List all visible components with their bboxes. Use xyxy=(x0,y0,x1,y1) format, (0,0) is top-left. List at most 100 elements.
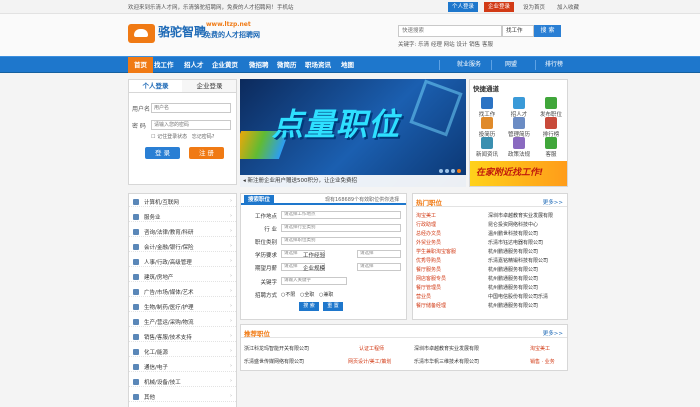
quick-manage-resume[interactable]: 管理简历 xyxy=(505,117,533,138)
pager-dot[interactable] xyxy=(457,169,461,173)
company-login-button[interactable]: 企业登录 xyxy=(484,2,515,12)
job-title[interactable]: 学生兼职淘宝客服 xyxy=(416,248,456,255)
category-item[interactable]: 机械/设备/技工 › xyxy=(129,377,236,387)
job-title[interactable]: 网店客服专员 xyxy=(416,275,446,282)
company-name[interactable]: 杭州鹏通服务有限公司 xyxy=(488,284,538,291)
nav-career-news[interactable]: 职场资讯 xyxy=(305,57,331,73)
pager-dot[interactable] xyxy=(445,169,449,173)
keyword-link[interactable]: 销售 xyxy=(469,42,480,48)
recommended-row[interactable]: 乐清盛世传媒网络有限公司 网页设计/美工/策划 乐清市华帆三维技术有限公司 销售… xyxy=(244,358,566,368)
experience-select[interactable]: 请选择 xyxy=(357,250,401,258)
quick-news[interactable]: 新闻资讯 xyxy=(473,137,501,158)
category-item[interactable]: 会计/金融/银行/保险 › xyxy=(129,242,236,252)
keyword-link[interactable]: 客服 xyxy=(482,42,493,48)
username-input[interactable] xyxy=(151,103,231,113)
job-title[interactable]: 优秀导购员 xyxy=(416,257,441,264)
tab-company-login[interactable]: 企业登录 xyxy=(183,80,236,92)
search-input[interactable] xyxy=(398,25,502,37)
job-title[interactable]: 外贸业务员 xyxy=(416,239,441,246)
add-favorite-link[interactable]: 加入收藏 xyxy=(557,3,579,11)
job-title[interactable]: 餐厅储备经理 xyxy=(416,302,446,309)
job-title[interactable]: 餐厅管理员 xyxy=(416,284,441,291)
location-select[interactable]: 请选择工作地点 xyxy=(281,211,401,219)
quick-submit-resume[interactable]: 投简历 xyxy=(473,117,501,138)
hot-job-row[interactable]: 餐厅服务员 杭州鹏通服务有限公司 xyxy=(416,266,566,274)
category-item[interactable]: 生物/制药/医疗/护理 › xyxy=(129,302,236,312)
nav-micro-resume[interactable]: 微简历 xyxy=(277,57,297,73)
hot-job-row[interactable]: 淘宝美工 深圳市卓越教育实业发展有限 xyxy=(416,212,566,220)
tab-personal-login[interactable]: 个人登录 xyxy=(129,80,182,92)
nav-home[interactable]: 首页 xyxy=(128,57,153,73)
company-name[interactable]: 乐清市钰达电器有限公司 xyxy=(488,239,543,246)
mobile-site-link[interactable]: 手机站 xyxy=(277,3,294,11)
login-button[interactable]: 登 录 xyxy=(145,147,180,159)
category-select[interactable]: 请选择职位类别 xyxy=(281,237,401,245)
category-item[interactable]: 销售/客服/技术支持 › xyxy=(129,332,236,342)
quick-policy[interactable]: 政策法规 xyxy=(505,137,533,158)
keyword-link[interactable]: 经理 xyxy=(431,42,442,48)
tab-search-jobs[interactable]: 搜索职位 xyxy=(244,195,275,205)
job-title[interactable]: 网页设计/美工/策划 xyxy=(348,358,391,365)
quick-ranking[interactable]: 排行榜 xyxy=(537,117,565,138)
promo-banner[interactable]: 点量职位 ◂ 新注册企业用户赠送500积分，让企业免费招 xyxy=(240,79,466,187)
hot-job-row[interactable]: 网店客服专员 杭州鹏通服务有限公司 xyxy=(416,275,566,283)
hot-job-row[interactable]: 营业员 中国电信股份有限公司乐清 xyxy=(416,293,566,301)
keyword-input[interactable]: 请输入关键字 xyxy=(281,277,347,285)
quick-service[interactable]: 客服 xyxy=(537,137,565,158)
nav-company-directory[interactable]: 企业黄页 xyxy=(212,57,238,73)
hot-job-row[interactable]: 餐厅管理员 杭州鹏通服务有限公司 xyxy=(416,284,566,292)
company-name[interactable]: 温州鹏世科技有限公司 xyxy=(488,230,538,237)
search-type-select[interactable]: 找工作 xyxy=(502,25,534,37)
category-item[interactable]: 服务业 › xyxy=(129,212,236,222)
company-name[interactable]: 深圳市卓越教育实业发展有限 xyxy=(488,212,553,219)
hot-job-row[interactable]: 餐厅储备经理 杭州鹏通服务有限公司 xyxy=(416,302,566,310)
job-title[interactable]: 餐厅服务员 xyxy=(416,266,441,273)
nav-find-talent[interactable]: 招人才 xyxy=(184,57,204,73)
keyword-link[interactable]: 网站 xyxy=(444,42,455,48)
keyword-link[interactable]: 设计 xyxy=(456,42,467,48)
hot-job-row[interactable]: 优秀导购员 乐清嘉铭精锻科技有限公司 xyxy=(416,257,566,265)
quick-find-talent[interactable]: 招人才 xyxy=(505,97,533,118)
company-name[interactable]: 深圳市卓越教育实业发展有限 xyxy=(414,345,479,352)
remember-checkbox[interactable]: ☐ xyxy=(151,134,155,140)
job-title[interactable]: 行政助理 xyxy=(416,221,436,228)
job-title[interactable]: 淘宝美工 xyxy=(530,345,550,352)
category-item[interactable]: 生产/营运/采购/物流 › xyxy=(129,317,236,327)
category-item[interactable]: 化工/能源 › xyxy=(129,347,236,357)
hot-jobs-more-link[interactable]: 更多>> xyxy=(543,198,563,206)
nav-employment-service[interactable]: 就业服务 xyxy=(457,57,481,73)
scale-select[interactable]: 请选择 xyxy=(357,263,401,271)
job-title[interactable]: 总经办文员 xyxy=(416,230,441,237)
personal-login-button[interactable]: 个人登录 xyxy=(448,2,479,12)
company-name[interactable]: 浙江科龙玛智能开关有限公司 xyxy=(244,345,309,352)
company-name[interactable]: 乐清嘉铭精锻科技有限公司 xyxy=(488,257,548,264)
category-item[interactable]: 建筑/房地产 › xyxy=(129,272,236,282)
hot-job-row[interactable]: 学生兼职淘宝客服 杭州鹏通服务有限公司 xyxy=(416,248,566,256)
password-input[interactable] xyxy=(151,120,231,130)
job-title[interactable]: 认证工程师 xyxy=(359,345,384,352)
nav-ranking[interactable]: 排行榜 xyxy=(545,57,563,73)
job-title[interactable]: 淘宝美工 xyxy=(416,212,436,219)
search-button[interactable]: 搜 索 xyxy=(534,25,561,37)
category-item[interactable]: 咨询/法律/教育/科研 › xyxy=(129,227,236,237)
company-name[interactable]: 杭州鹏通服务有限公司 xyxy=(488,302,538,309)
recommended-more-link[interactable]: 更多>> xyxy=(543,329,563,337)
forgot-password-link[interactable]: 忘记密码? xyxy=(192,134,215,140)
category-item[interactable]: 通信/电子 › xyxy=(129,362,236,372)
nearby-jobs-ad[interactable]: 在家附近找工作! xyxy=(470,161,567,186)
pager-dot[interactable] xyxy=(439,169,443,173)
category-item[interactable]: 广告/市场/媒体/艺术 › xyxy=(129,287,236,297)
job-title[interactable]: 营业员 xyxy=(416,293,431,300)
category-item[interactable]: 人事/行政/高级管理 › xyxy=(129,257,236,267)
form-reset-button[interactable]: 重 置 xyxy=(323,302,343,311)
logo[interactable]: 骆驼智聘 www.ltzp.net 免费的人才招聘网 xyxy=(128,20,276,46)
nav-map[interactable]: 地图 xyxy=(341,57,354,73)
company-name[interactable]: 乐清盛世传媒网络有限公司 xyxy=(244,358,304,365)
company-name[interactable]: 杭州鹏通服务有限公司 xyxy=(488,266,538,273)
company-name[interactable]: 中国电信股份有限公司乐清 xyxy=(488,293,548,300)
company-name[interactable]: 杭州鹏通服务有限公司 xyxy=(488,248,538,255)
company-name[interactable]: 杭州鹏通服务有限公司 xyxy=(488,275,538,282)
hot-job-row[interactable]: 行政助理 昆仑投资网络科技中心 xyxy=(416,221,566,229)
company-name[interactable]: 乐清市华帆三维技术有限公司 xyxy=(414,358,479,365)
industry-select[interactable]: 请选择行业类别 xyxy=(281,224,401,232)
